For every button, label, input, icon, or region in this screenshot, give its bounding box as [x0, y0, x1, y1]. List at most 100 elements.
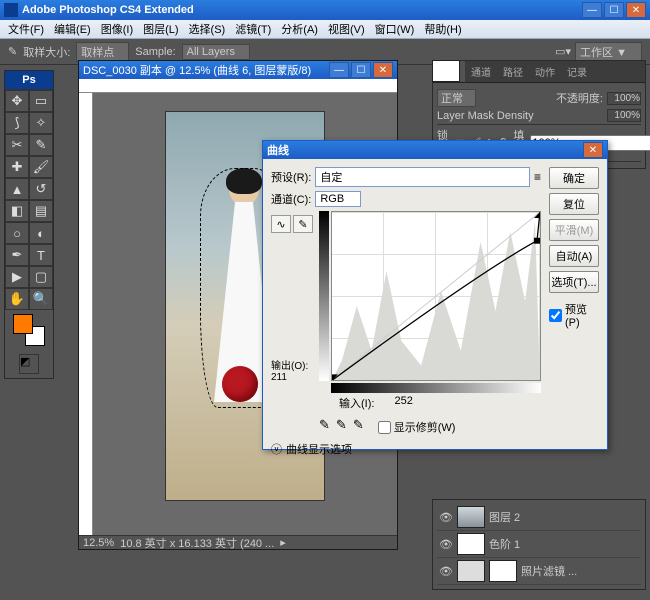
ruler-horizontal: [79, 79, 397, 93]
visibility-icon[interactable]: 👁: [439, 511, 453, 524]
move-tool[interactable]: ✥: [5, 90, 29, 112]
options-button[interactable]: 选项(T)...: [549, 271, 599, 293]
maximize-button[interactable]: ☐: [604, 2, 624, 18]
tab-paths[interactable]: 路径: [497, 61, 529, 82]
heal-tool[interactable]: ✚: [5, 156, 29, 178]
preview-checkbox[interactable]: [549, 309, 562, 322]
zoom-tool[interactable]: 🔍: [29, 288, 53, 310]
curve-point-tool[interactable]: ∿: [271, 215, 291, 233]
menu-layer[interactable]: 图层(L): [139, 20, 182, 38]
lmd-label: Layer Mask Density: [437, 110, 534, 122]
visibility-icon[interactable]: 👁: [439, 565, 453, 578]
menu-file[interactable]: 文件(F): [4, 20, 48, 38]
layer-mask-thumb: [489, 560, 517, 582]
doc-maximize-button[interactable]: ☐: [351, 62, 371, 78]
app-titlebar: Adobe Photoshop CS4 Extended — ☐ ✕: [0, 0, 650, 20]
menu-filter[interactable]: 滤镜(T): [231, 20, 275, 38]
channel-dropdown[interactable]: RGB: [315, 191, 361, 207]
pen-tool[interactable]: ✒: [5, 244, 29, 266]
dodge-tool[interactable]: ◐: [29, 222, 53, 244]
app-title: Adobe Photoshop CS4 Extended: [22, 4, 582, 16]
curves-title: 曲线: [267, 142, 583, 158]
brush-tool[interactable]: 🖌: [29, 156, 53, 178]
eyedropper-icon[interactable]: ✎: [8, 45, 17, 58]
menu-select[interactable]: 选择(S): [185, 20, 230, 38]
screen-mode-icon[interactable]: ▭▾: [555, 45, 571, 58]
input-value: 252: [394, 395, 412, 411]
close-button[interactable]: ✕: [626, 2, 646, 18]
layer-thumb: [457, 506, 485, 528]
show-clipping-checkbox[interactable]: [378, 421, 391, 434]
curve-draw-tool[interactable]: ✎: [293, 215, 313, 233]
history-brush-tool[interactable]: ↺: [29, 178, 53, 200]
channel-label: 通道(C):: [271, 191, 311, 207]
opacity-input[interactable]: [607, 92, 641, 105]
preset-dropdown[interactable]: 自定: [315, 167, 530, 187]
sample-dropdown[interactable]: All Layers: [182, 44, 250, 60]
shape-tool[interactable]: ▢: [29, 266, 53, 288]
layer-thumb: [432, 60, 460, 82]
status-menu-icon[interactable]: ▸: [280, 536, 286, 549]
layer-mask-thumb: [457, 533, 485, 555]
type-tool[interactable]: T: [29, 244, 53, 266]
crop-tool[interactable]: ✂: [5, 134, 29, 156]
layer-name: 色阶 1: [489, 536, 520, 552]
lasso-tool[interactable]: ⟆: [5, 112, 29, 134]
tab-history[interactable]: 记录: [561, 61, 593, 82]
sample-label: Sample:: [135, 46, 175, 58]
layer-row[interactable]: 👁 色阶 1: [437, 531, 641, 558]
output-gradient: [319, 211, 329, 381]
preset-label: 预设(R):: [271, 169, 311, 185]
curve-line[interactable]: [332, 212, 540, 380]
eraser-tool[interactable]: ◧: [5, 200, 29, 222]
lmd-input[interactable]: [607, 109, 641, 122]
layer-row[interactable]: 👁 照片滤镜 ...: [437, 558, 641, 585]
menu-window[interactable]: 窗口(W): [371, 20, 419, 38]
blur-tool[interactable]: ○: [5, 222, 29, 244]
white-point-dropper[interactable]: ✎: [353, 417, 364, 433]
gray-point-dropper[interactable]: ✎: [336, 417, 347, 433]
workspace-dropdown[interactable]: 工作区 ▼: [575, 42, 642, 62]
layer-row[interactable]: 👁 图层 2: [437, 504, 641, 531]
sample-size-dropdown[interactable]: 取样点: [76, 42, 129, 62]
color-swatches[interactable]: [13, 314, 45, 346]
foreground-color[interactable]: [13, 314, 33, 334]
stamp-tool[interactable]: ▲: [5, 178, 29, 200]
smooth-button[interactable]: 平滑(M): [549, 219, 599, 241]
gradient-tool[interactable]: ▤: [29, 200, 53, 222]
opacity-label: 不透明度:: [556, 90, 603, 106]
visibility-icon[interactable]: 👁: [439, 538, 453, 551]
menu-help[interactable]: 帮助(H): [420, 20, 465, 38]
sample-size-label: 取样大小:: [23, 44, 70, 60]
quick-mask-icon[interactable]: ◩: [19, 354, 39, 374]
doc-close-button[interactable]: ✕: [373, 62, 393, 78]
minimize-button[interactable]: —: [582, 2, 602, 18]
tab-channels[interactable]: 通道: [465, 61, 497, 82]
preset-menu-icon[interactable]: ≡: [534, 170, 541, 184]
menu-image[interactable]: 图像(I): [97, 20, 137, 38]
menu-analysis[interactable]: 分析(A): [277, 20, 322, 38]
toolbox: Ps ✥ ▭ ⟆ ✧ ✂ ✎ ✚ 🖌 ▲ ↺ ◧ ▤ ○ ◐ ✒ T ▶ ▢ ✋…: [4, 70, 54, 379]
path-select-tool[interactable]: ▶: [5, 266, 29, 288]
doc-minimize-button[interactable]: —: [329, 62, 349, 78]
tab-actions[interactable]: 动作: [529, 61, 561, 82]
document-title: DSC_0030 副本 @ 12.5% (曲线 6, 图层蒙版/8): [83, 62, 329, 78]
marquee-tool[interactable]: ▭: [29, 90, 53, 112]
zoom-readout[interactable]: 12.5%: [83, 537, 114, 549]
eyedropper-tool[interactable]: ✎: [29, 134, 53, 156]
black-point-dropper[interactable]: ✎: [319, 417, 330, 433]
hand-tool[interactable]: ✋: [5, 288, 29, 310]
cancel-button[interactable]: 复位: [549, 193, 599, 215]
blend-mode-dropdown[interactable]: 正常: [437, 89, 476, 107]
menu-view[interactable]: 视图(V): [324, 20, 369, 38]
curve-display-options[interactable]: ⓥ 曲线显示选项: [271, 441, 541, 457]
curves-close-button[interactable]: ✕: [583, 142, 603, 158]
wand-tool[interactable]: ✧: [29, 112, 53, 134]
ok-button[interactable]: 确定: [549, 167, 599, 189]
preview-label: 预览(P): [565, 301, 599, 329]
curves-graph[interactable]: [331, 211, 541, 381]
curve-point[interactable]: [534, 238, 540, 244]
menu-edit[interactable]: 编辑(E): [50, 20, 95, 38]
ps-badge: Ps: [5, 71, 53, 90]
auto-button[interactable]: 自动(A): [549, 245, 599, 267]
